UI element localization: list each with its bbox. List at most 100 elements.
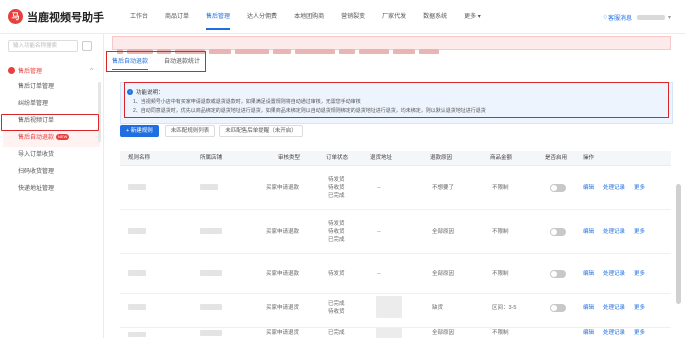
shop-redacted <box>200 330 222 336</box>
refund-reason: 全部原因 <box>432 229 455 235</box>
col-amount: 商品金额 <box>490 155 513 161</box>
return-address: -- <box>377 185 381 191</box>
sidebar-item-after-sales-orders[interactable]: 售后订单管理 <box>0 79 103 96</box>
history-link[interactable]: 处理记录 <box>603 228 625 236</box>
table-row: 买家申请退款 待发货 待收货 已完成 -- 全部原因 不限制 编辑 处理记录 更… <box>120 210 671 254</box>
more-link[interactable]: 更多 <box>634 270 645 278</box>
alert-redacted-text <box>117 41 443 54</box>
order-status: 已完成 <box>328 330 345 336</box>
edit-link[interactable]: 编辑 <box>583 329 594 337</box>
order-status: 待发货 <box>328 221 345 227</box>
order-status: 已完成 <box>328 193 345 199</box>
sidebar-group-after-sales[interactable]: 售后管理 ^ <box>0 66 103 75</box>
enable-toggle[interactable] <box>550 270 566 278</box>
sidebar-item-label: 售后自动退款 <box>18 135 55 141</box>
amount: 不限制 <box>492 271 509 277</box>
refund-reason: 缺货 <box>432 305 444 311</box>
top-right-area: ♢ 客服消息 ▾ <box>603 0 671 34</box>
history-link[interactable]: 处理记录 <box>603 184 625 192</box>
table-header: 规则名称 所属店铺 审核类型 订单状态 退货地址 退款原因 商品金额 是否启用 … <box>120 151 671 166</box>
return-address-redacted <box>376 296 402 318</box>
chevron-down-icon[interactable]: ▾ <box>668 14 671 21</box>
chevron-down-icon: ▾ <box>476 13 481 20</box>
user-name-redacted[interactable] <box>636 14 665 20</box>
sidebar-item-auto-refund[interactable]: 售后自动退款 NEW <box>3 130 100 147</box>
edit-link[interactable]: 编辑 <box>583 304 594 312</box>
return-address: -- <box>377 229 381 235</box>
sidebar-item-express-address[interactable]: 快递地址管理 <box>0 181 103 198</box>
app-window: 马 当鹿视频号助手 工作台 商品订单 售后管理 达人分佣费 本地团购商 营销裂变… <box>0 0 685 338</box>
edit-link[interactable]: 编辑 <box>583 228 594 236</box>
sidebar-group-label: 售后管理 <box>18 69 43 75</box>
enable-toggle[interactable] <box>550 304 566 312</box>
rule-name-redacted <box>128 270 146 276</box>
col-rule-name: 规则名称 <box>128 155 151 161</box>
order-status: 待收货 <box>328 229 345 235</box>
return-address-redacted <box>376 328 402 338</box>
nav-item-workbench[interactable]: 工作台 <box>130 0 148 34</box>
amount: 不限制 <box>492 185 509 191</box>
edit-link[interactable]: 编辑 <box>583 184 594 192</box>
sidebar-scrollbar[interactable] <box>98 82 101 142</box>
review-type: 买家申请退货 <box>266 305 300 311</box>
logo[interactable]: 马 当鹿视频号助手 <box>0 9 130 25</box>
col-refund-reason: 退款原因 <box>430 155 453 161</box>
unmatched-remind-button[interactable]: 未匹配售后单提醒（未开启） <box>219 125 303 137</box>
shop-redacted <box>200 228 222 234</box>
search-icon[interactable] <box>82 41 92 51</box>
nav-item-marketing[interactable]: 营销裂变 <box>341 0 365 34</box>
nav-item-data[interactable]: 数据系统 <box>423 0 447 34</box>
amount: 不限制 <box>492 330 509 336</box>
add-rule-button[interactable]: + 新建规则 <box>120 125 159 137</box>
edit-link[interactable]: 编辑 <box>583 270 594 278</box>
nav-item-local-groupbuy[interactable]: 本地团购商 <box>294 0 324 34</box>
main-content: 售后自动退款 自动退款统计 ! 功能说明： 1、当视频号小店中有买家申请退款或退… <box>104 34 685 338</box>
history-link[interactable]: 处理记录 <box>603 304 625 312</box>
sidebar: 输入功能名称搜索 售后管理 ^ 售后订单管理 纠纷单管理 售后视频订单 售后自动… <box>0 34 104 338</box>
sidebar-search-input[interactable]: 输入功能名称搜索 <box>8 40 78 52</box>
table-row: 买家申请退货 已完成 全部原因 不限制 编辑 处理记录 更多 <box>120 328 671 338</box>
more-link[interactable]: 更多 <box>634 228 645 236</box>
review-type: 买家申请退款 <box>266 271 300 277</box>
order-status: 待发货 <box>328 177 345 183</box>
alert-banner <box>112 36 671 54</box>
unmatched-rules-button[interactable]: 未匹配规则列表 <box>164 125 216 137</box>
more-link[interactable]: 更多 <box>634 184 645 192</box>
sidebar-item-import-receipt[interactable]: 导入订单收货 <box>0 147 103 164</box>
toolbar: + 新建规则 未匹配规则列表 未匹配售后单提醒（未开启） <box>120 124 307 138</box>
refund-reason: 不想要了 <box>432 185 455 191</box>
after-sales-icon <box>8 67 15 74</box>
col-shop: 所属店铺 <box>200 155 223 161</box>
review-type: 买家申请退货 <box>266 330 300 336</box>
order-status: 已完成 <box>328 301 345 307</box>
nav-item-commission[interactable]: 达人分佣费 <box>247 0 277 34</box>
nav-item-more[interactable]: 更多 ▾ <box>464 0 481 34</box>
enable-toggle[interactable] <box>550 228 566 236</box>
col-enabled: 是否启用 <box>545 155 568 161</box>
nav-item-dropship[interactable]: 厂家代发 <box>382 0 406 34</box>
sidebar-item-disputes[interactable]: 纠纷单管理 <box>0 96 103 113</box>
more-link[interactable]: 更多 <box>634 304 645 312</box>
col-return-address: 退货地址 <box>370 155 393 161</box>
return-address: -- <box>377 271 381 277</box>
nav-more-label: 更多 <box>464 13 477 20</box>
order-status: 待收货 <box>328 185 345 191</box>
nav-item-after-sales[interactable]: 售后管理 <box>206 0 231 34</box>
col-review-type: 审核类型 <box>278 155 301 161</box>
history-link[interactable]: 处理记录 <box>603 329 625 337</box>
refund-reason: 全部原因 <box>432 271 455 277</box>
nav-item-orders[interactable]: 商品订单 <box>165 0 189 34</box>
sidebar-item-scan-receipt[interactable]: 扫码收货管理 <box>0 164 103 181</box>
col-actions: 操作 <box>583 155 595 161</box>
history-link[interactable]: 处理记录 <box>603 270 625 278</box>
main-nav: 工作台 商品订单 售后管理 达人分佣费 本地团购商 营销裂变 厂家代发 数据系统… <box>130 0 498 34</box>
main-scrollbar[interactable] <box>676 184 681 304</box>
enable-toggle[interactable] <box>550 184 566 192</box>
rule-name-redacted <box>128 184 146 190</box>
rule-name-redacted <box>128 332 146 337</box>
order-status: 已完成 <box>328 237 345 243</box>
customer-message-link[interactable]: 客服消息 <box>608 13 632 22</box>
shop-redacted <box>200 184 218 190</box>
more-link[interactable]: 更多 <box>634 329 645 337</box>
review-type: 买家申请退款 <box>266 185 300 191</box>
